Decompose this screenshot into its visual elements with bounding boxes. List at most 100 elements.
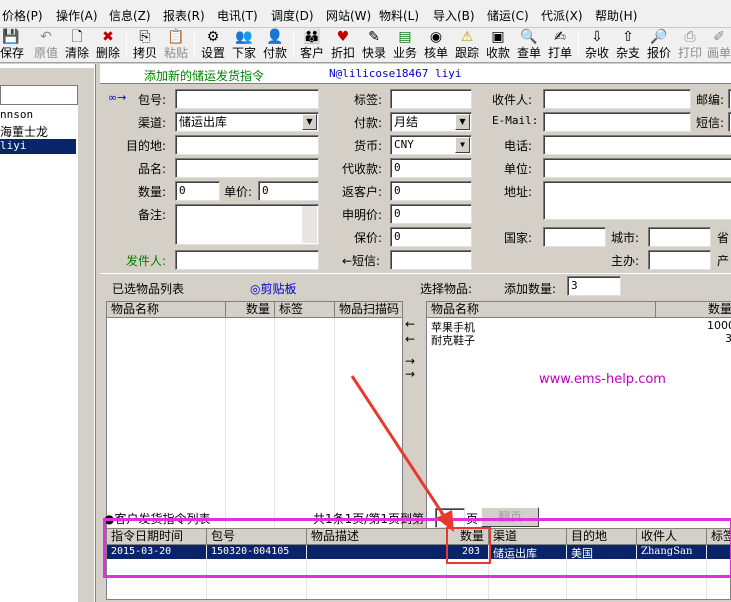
parcel-label: 包号: bbox=[138, 93, 167, 107]
column-header[interactable]: 数量 bbox=[656, 302, 731, 318]
menu-telecom[interactable]: 电讯(T) bbox=[217, 7, 258, 24]
settings-button[interactable]: ⚙ 设置 bbox=[199, 29, 227, 62]
list-item-selected[interactable]: liyi bbox=[0, 139, 76, 154]
phone-label: 电话: bbox=[504, 139, 533, 153]
menu-help[interactable]: 帮助(H) bbox=[595, 7, 637, 24]
sender-input[interactable] bbox=[175, 250, 319, 270]
customer-button[interactable]: 👪 客户 bbox=[298, 29, 326, 62]
column-header[interactable]: 物品名称 bbox=[107, 302, 226, 318]
page-title: 添加新的储运发货指令 bbox=[144, 69, 265, 83]
insured-input[interactable]: 0 bbox=[390, 227, 472, 247]
quantity-label: 数量: bbox=[138, 185, 167, 199]
country-input[interactable] bbox=[543, 227, 606, 247]
rebate-label: 返客户: bbox=[342, 185, 383, 199]
section-divider bbox=[100, 273, 731, 274]
toolbar-separator bbox=[578, 32, 579, 58]
selected-items-title: 已选物品列表 bbox=[112, 282, 185, 296]
item-name[interactable]: 耐克鞋子 bbox=[431, 332, 475, 348]
menu-operation[interactable]: 操作(A) bbox=[56, 7, 98, 24]
quantity-input[interactable]: 0 bbox=[175, 181, 220, 201]
move-right-icon[interactable]: → bbox=[405, 354, 415, 368]
column-header[interactable]: 物品名称 bbox=[427, 302, 656, 318]
cod-input[interactable]: 0 bbox=[390, 158, 472, 178]
declared-value-input[interactable]: 0 bbox=[390, 204, 472, 224]
person-icon: 👤 bbox=[266, 29, 284, 45]
move-left-icon[interactable]: ← bbox=[405, 317, 415, 331]
payment-select[interactable]: 月结 ▼ bbox=[390, 112, 472, 132]
track-button[interactable]: ⚠ 跟踪 bbox=[453, 29, 481, 62]
next-party-button[interactable]: 👥 下家 bbox=[230, 29, 258, 62]
unit-input[interactable] bbox=[543, 158, 731, 178]
recipient-input[interactable] bbox=[543, 89, 691, 109]
note-textarea[interactable] bbox=[175, 204, 319, 245]
unit-price-input[interactable]: 0 bbox=[258, 181, 319, 201]
misc-income-button[interactable]: ⇩ 杂收 bbox=[583, 29, 611, 62]
column-header[interactable]: 物品扫描码 bbox=[335, 302, 402, 318]
paste-button[interactable]: 📋 粘贴 bbox=[162, 29, 190, 62]
query-button[interactable]: 🔍 查单 bbox=[515, 29, 543, 62]
sms-label[interactable]: ←短信: bbox=[342, 252, 380, 269]
currency-select[interactable]: CNY ▼ bbox=[390, 135, 472, 155]
misc-expense-button[interactable]: ⇧ 杂支 bbox=[614, 29, 642, 62]
destination-input[interactable] bbox=[175, 135, 319, 155]
list-item[interactable]: nnson bbox=[0, 108, 78, 122]
chevron-down-icon: ▼ bbox=[455, 114, 470, 130]
delete-button[interactable]: ✖ 删除 bbox=[94, 29, 122, 62]
callout-arrow-icon bbox=[350, 375, 454, 532]
parcel-input[interactable] bbox=[175, 89, 319, 109]
phone-input[interactable] bbox=[543, 135, 731, 155]
quote-button[interactable]: 🔎 报价 bbox=[645, 29, 673, 62]
business-button[interactable]: ▤ 业务 bbox=[391, 29, 419, 62]
menu-import[interactable]: 导入(B) bbox=[433, 7, 475, 24]
host-input[interactable] bbox=[648, 250, 711, 270]
menu-price[interactable]: 价格(P) bbox=[2, 7, 43, 24]
toolbar-separator bbox=[126, 32, 127, 58]
menu-delivery[interactable]: 代派(X) bbox=[541, 7, 583, 24]
menu-info[interactable]: 信息(Z) bbox=[109, 7, 151, 24]
channel-select[interactable]: 储运出库 ▼ bbox=[175, 112, 319, 132]
callout-arrow-line bbox=[350, 375, 450, 523]
column-header[interactable]: 数量 bbox=[226, 302, 275, 318]
menu-dispatch[interactable]: 调度(D) bbox=[271, 7, 314, 24]
draw-order-button[interactable]: ✐ 画单 bbox=[705, 29, 731, 62]
toolbar-separator bbox=[194, 32, 195, 58]
customer-search-input[interactable] bbox=[0, 85, 78, 105]
payment-button[interactable]: 👤 付款 bbox=[261, 29, 289, 62]
copy-icon: ⎘ bbox=[139, 29, 151, 45]
add-quantity-input[interactable]: 3 bbox=[567, 276, 621, 296]
toolbar: 💾 保存 ↶ 原值 🗋 清除 ✖ 删除 ⎘ 拷贝 📋 粘贴 ⚙ 设置 👥 下家 👤 付款 👪 客户 … bbox=[0, 28, 731, 63]
rebate-input[interactable]: 0 bbox=[390, 181, 472, 201]
menu-website[interactable]: 网站(W) bbox=[326, 7, 371, 24]
menu-report[interactable]: 报表(R) bbox=[163, 7, 205, 24]
product-input[interactable] bbox=[175, 158, 319, 178]
note-scrollbar[interactable] bbox=[302, 206, 317, 243]
restore-button[interactable]: ↶ 原值 bbox=[32, 29, 60, 62]
email-input[interactable] bbox=[543, 112, 691, 132]
print-button[interactable]: ⎙ 打印 bbox=[676, 29, 704, 62]
quick-entry-button[interactable]: ✎ 快录 bbox=[360, 29, 388, 62]
list-item[interactable]: 海董士龙 bbox=[0, 123, 78, 139]
sms-input[interactable] bbox=[390, 250, 472, 270]
print-order-button[interactable]: ✍ 打单 bbox=[546, 29, 574, 62]
choose-items-title: 选择物品: bbox=[420, 282, 473, 296]
copy-button[interactable]: ⎘ 拷贝 bbox=[131, 29, 159, 62]
discount-button[interactable]: ♥ 折扣 bbox=[329, 29, 357, 62]
verify-button[interactable]: ◉ 核单 bbox=[422, 29, 450, 62]
sms2-label: 短信: bbox=[696, 116, 725, 130]
column-header[interactable]: 标签 bbox=[275, 302, 335, 318]
menu-storage[interactable]: 储运(C) bbox=[487, 7, 529, 24]
address-textarea[interactable] bbox=[543, 181, 731, 220]
link-arrow-icon[interactable]: ∞→ bbox=[108, 91, 126, 104]
collect-button[interactable]: ▣ 收款 bbox=[484, 29, 512, 62]
clear-button[interactable]: 🗋 清除 bbox=[63, 29, 91, 62]
tag-input[interactable] bbox=[390, 89, 472, 109]
watermark: www.ems-help.com bbox=[539, 372, 666, 387]
move-all-left-icon[interactable]: ← bbox=[405, 332, 415, 346]
city-input[interactable] bbox=[648, 227, 711, 247]
save-button[interactable]: 💾 保存 bbox=[0, 29, 24, 62]
clipboard-link[interactable]: ◎剪贴板 bbox=[250, 280, 296, 297]
heart-icon: ♥ bbox=[336, 29, 350, 45]
vertical-scrollbar[interactable] bbox=[78, 68, 94, 602]
menu-material[interactable]: 物料(L) bbox=[379, 7, 419, 24]
draw-icon: ✐ bbox=[713, 29, 725, 45]
